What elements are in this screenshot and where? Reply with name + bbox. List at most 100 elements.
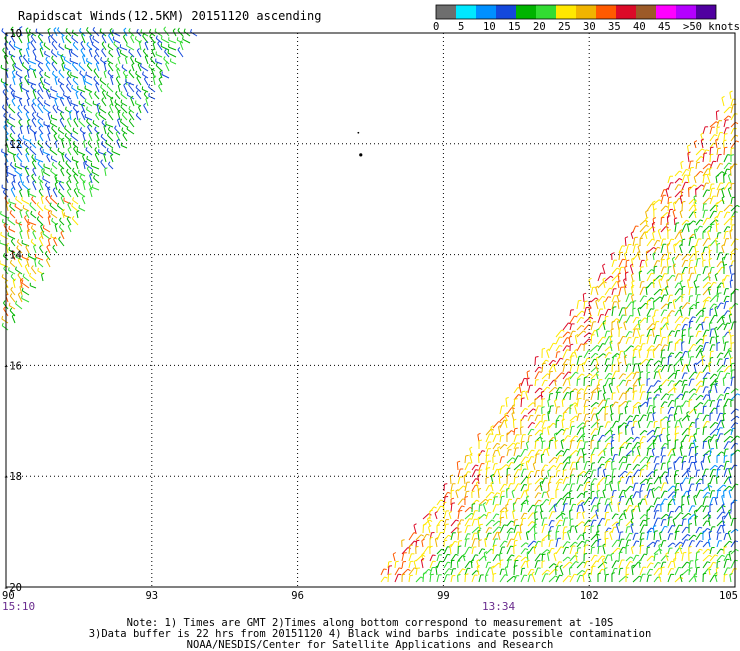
wind-barb xyxy=(486,562,488,568)
wind-barb xyxy=(724,205,730,211)
wind-barb-flag xyxy=(87,119,89,122)
wind-barb xyxy=(653,317,654,323)
wind-barb-flag xyxy=(136,113,138,116)
wind-barb-flag xyxy=(55,182,58,184)
wind-barb-flag xyxy=(10,84,11,87)
wind-barb xyxy=(661,483,664,491)
wind-barb-flag xyxy=(34,132,37,133)
wind-barb xyxy=(724,116,728,120)
wind-barb-flag xyxy=(393,553,396,555)
wind-barb-flag xyxy=(710,486,713,488)
wind-barb-flag xyxy=(531,471,534,472)
wind-barb xyxy=(67,191,71,197)
wind-barb-flag xyxy=(655,470,658,471)
wind-barb xyxy=(577,317,581,323)
wind-barb xyxy=(68,204,71,211)
wind-barb xyxy=(50,150,57,155)
wind-barb-flag xyxy=(429,526,432,528)
wind-barb-flag xyxy=(702,506,705,507)
wind-barb xyxy=(652,450,654,456)
wind-barb-flag xyxy=(69,138,72,140)
wind-barb-flag xyxy=(144,92,146,94)
wind-barb xyxy=(626,443,629,449)
wind-barb xyxy=(22,291,29,295)
wind-barb-flag xyxy=(538,541,541,542)
wind-barb xyxy=(598,391,599,400)
wind-barb-flag xyxy=(730,573,733,574)
wind-barb-flag xyxy=(116,64,118,66)
wind-barb-flag xyxy=(700,220,703,221)
wind-barb-flag xyxy=(725,147,728,148)
wind-barb xyxy=(668,574,671,582)
wind-barb-flag xyxy=(102,98,104,100)
wind-barb xyxy=(619,576,626,582)
wind-barb xyxy=(162,75,169,79)
wind-barb-flag xyxy=(79,63,81,66)
wind-barb-flag xyxy=(499,527,502,528)
wind-barb xyxy=(717,533,718,540)
wind-barb xyxy=(577,449,580,456)
wind-barb-flag xyxy=(498,447,501,449)
wind-barb-flag xyxy=(16,71,17,74)
wind-barb xyxy=(703,379,704,387)
wind-barb-flag xyxy=(23,55,25,57)
wind-barb-flag xyxy=(608,297,611,298)
wind-barb xyxy=(717,253,720,260)
wind-barb xyxy=(465,561,470,568)
wind-barb xyxy=(549,380,554,386)
wind-barb-flag xyxy=(505,413,508,415)
wind-barb xyxy=(696,413,699,421)
wind-barb xyxy=(112,151,120,155)
wind-barb-flag xyxy=(456,520,459,521)
wind-barb-flag xyxy=(578,393,581,394)
wind-barb xyxy=(675,553,676,561)
wind-barb xyxy=(661,514,666,519)
wind-barb-flag xyxy=(575,542,578,544)
wind-barb-flag xyxy=(570,562,573,564)
wind-barb-flag xyxy=(31,34,33,36)
wind-barb-flag xyxy=(511,484,514,485)
wind-barb xyxy=(31,43,36,50)
wind-barb-flag xyxy=(651,386,654,387)
wind-barb-flag xyxy=(618,548,621,550)
wind-barb xyxy=(577,575,580,582)
wind-barb xyxy=(661,491,664,498)
wind-barb-flag xyxy=(136,85,137,88)
wind-barb-flag xyxy=(721,465,724,466)
wind-barb-flag xyxy=(611,329,614,330)
wind-barb-flag xyxy=(682,496,685,497)
wind-barb-flag xyxy=(665,345,668,346)
wind-barb-flag xyxy=(624,351,627,353)
wind-barb-flag xyxy=(666,223,669,224)
wind-barb xyxy=(661,350,662,358)
wind-barb-flag xyxy=(617,540,620,541)
wind-barb-flag xyxy=(52,41,54,44)
wind-barb-flag xyxy=(582,448,585,450)
wind-barb xyxy=(122,115,127,120)
wind-barb-flag xyxy=(141,29,142,32)
wind-barb-flag xyxy=(35,57,36,60)
wind-barb xyxy=(661,267,664,274)
wind-barb xyxy=(563,338,567,344)
wind-barb-flag xyxy=(17,153,19,155)
wind-barb-flag xyxy=(44,169,45,172)
wind-barb xyxy=(689,268,690,274)
wind-barb xyxy=(696,541,700,547)
wind-barb-flag xyxy=(595,498,598,499)
wind-barb xyxy=(45,208,50,211)
wind-barb xyxy=(37,219,43,225)
wind-barb-flag xyxy=(604,562,607,564)
wind-barb-flag xyxy=(525,416,528,417)
wind-barb-flag xyxy=(682,286,685,287)
wind-barb xyxy=(73,80,78,85)
wind-barb xyxy=(647,506,651,512)
wind-barb xyxy=(521,399,522,408)
wind-barb-flag xyxy=(688,351,691,352)
wind-barb xyxy=(681,406,683,414)
wind-barb xyxy=(577,485,580,491)
wind-barb xyxy=(520,525,521,533)
wind-barb xyxy=(598,547,599,554)
wind-barb xyxy=(33,182,36,190)
wind-barb-flag xyxy=(524,513,527,514)
wind-barb xyxy=(39,84,43,92)
